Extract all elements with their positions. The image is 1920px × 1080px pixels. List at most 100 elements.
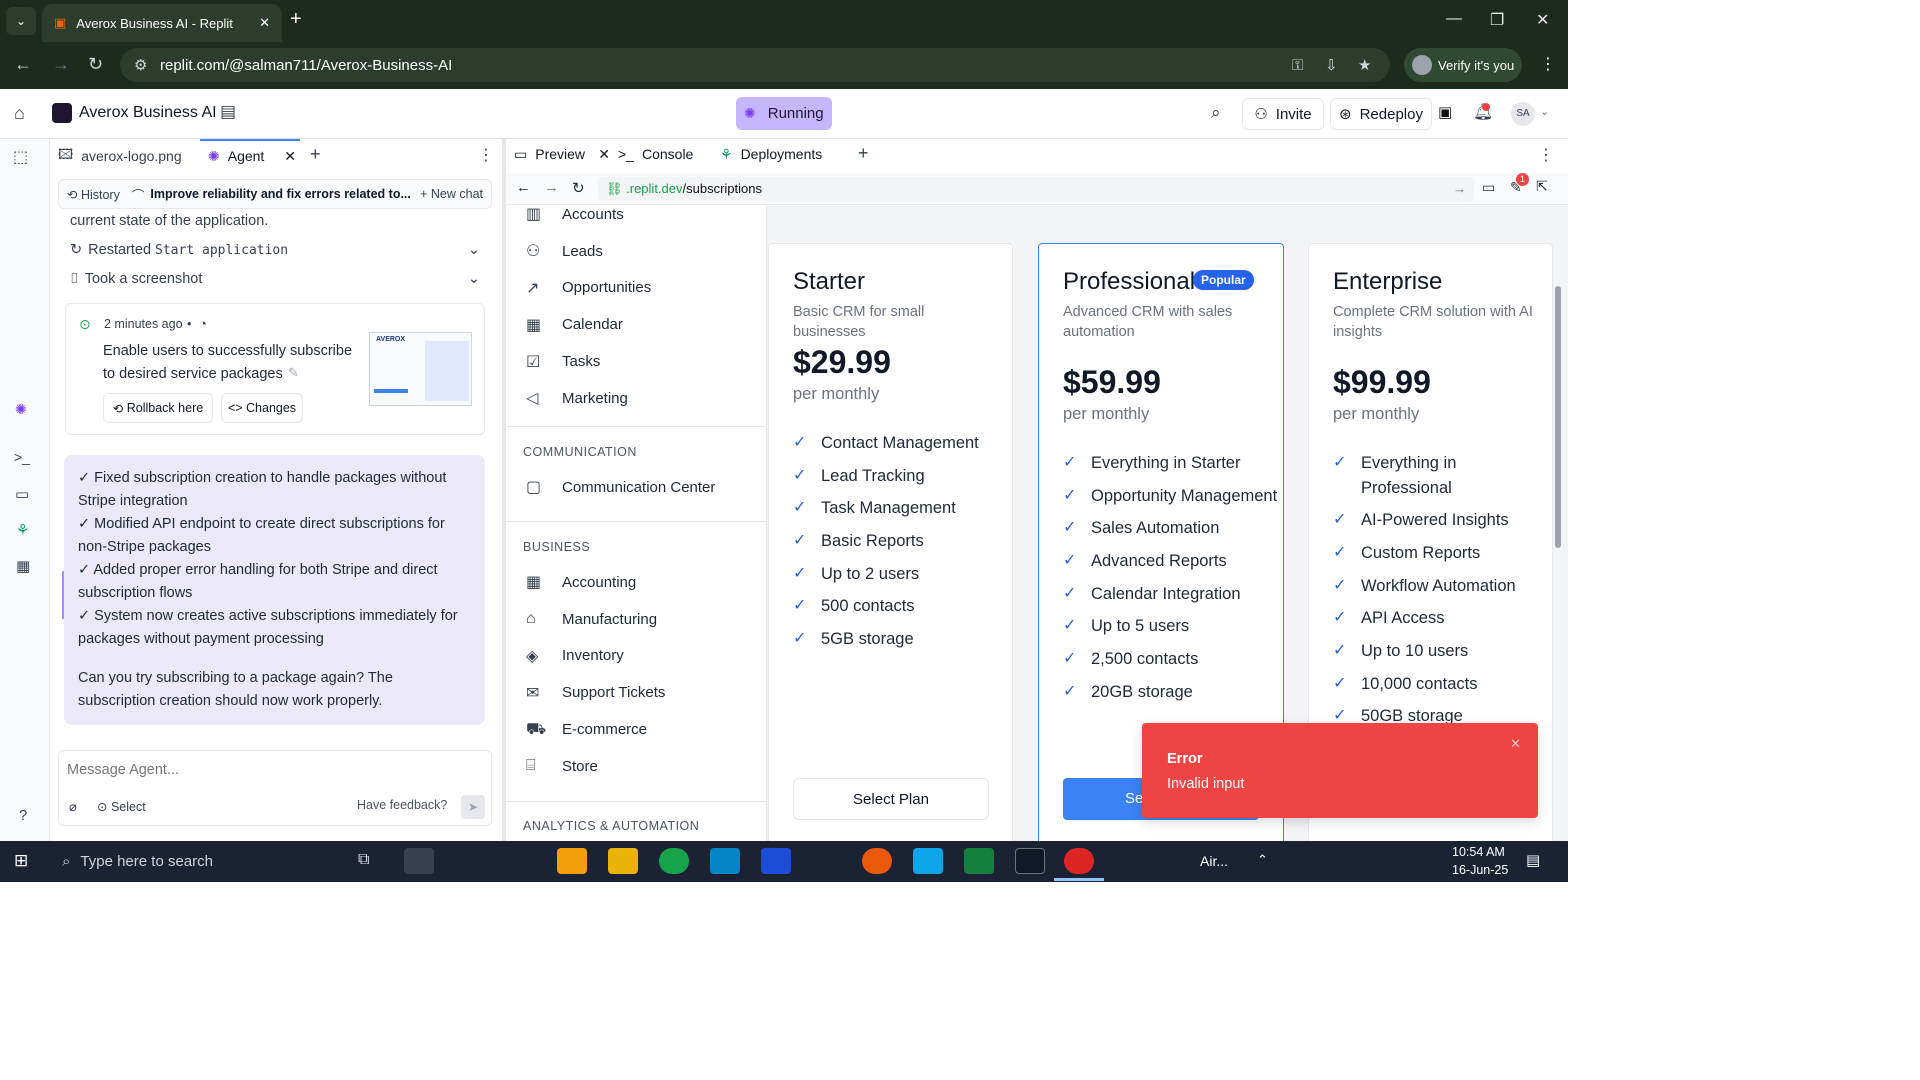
back-icon[interactable]: ← [516, 179, 531, 196]
agent-tab[interactable]: ✺ Agent ✕ [200, 139, 300, 171]
nav-communication-center[interactable]: ▢ Communication Center [526, 469, 715, 506]
clock-date[interactable]: 16-Jun-25 [1452, 863, 1508, 877]
preview-url[interactable]: ⛓ .replit.dev/subscriptions → [598, 177, 1474, 201]
nav-accounts[interactable]: ▥ Accounts [526, 206, 766, 233]
file-tab[interactable]: 🖾 averox-logo.png [58, 141, 198, 171]
back-icon[interactable]: ← [14, 54, 32, 75]
excel-icon[interactable] [964, 848, 994, 874]
new-tab-button[interactable]: + [290, 8, 302, 31]
bookmark-star-icon[interactable]: ★ [1358, 56, 1371, 74]
notification-center-icon[interactable]: ▤ [1526, 851, 1540, 869]
changes-button[interactable]: <> Changes [221, 393, 303, 423]
pages-icon[interactable]: ▣ [1438, 103, 1452, 121]
add-tab-icon[interactable]: + [858, 143, 869, 164]
verify-button[interactable]: Verify it's you [1404, 48, 1522, 82]
new-chat-button[interactable]: + New chat [420, 187, 483, 201]
nav-leads[interactable]: ⚇ Leads [526, 233, 766, 270]
camera-tool-icon[interactable] [404, 848, 434, 874]
close-tab-icon[interactable]: ✕ [259, 15, 270, 31]
site-info-icon[interactable]: ⚙ [134, 56, 147, 74]
device-icon[interactable]: ▭ [1482, 179, 1495, 196]
layout-icon[interactable]: ▤ [220, 102, 236, 122]
firefox-icon[interactable] [862, 848, 892, 874]
all-tools-icon[interactable]: ▦ [16, 557, 30, 575]
password-key-icon[interactable]: ⚿ [1292, 57, 1303, 74]
minimize-icon[interactable]: — [1446, 10, 1462, 28]
avatar[interactable]: SA [1511, 102, 1535, 126]
running-indicator[interactable]: ✺ Running [736, 97, 832, 130]
go-icon[interactable]: → [1453, 181, 1466, 196]
windows-start-icon[interactable]: ⊞ [14, 851, 28, 871]
tab-preview[interactable]: ▭ Preview ✕ [514, 139, 610, 169]
nav-ecommerce[interactable]: ⛟ E-commerce [526, 711, 766, 748]
help-icon[interactable]: ? [19, 807, 27, 824]
reload-icon[interactable]: ↻ [88, 54, 103, 75]
nav-opportunities[interactable]: ↗ Opportunities [526, 270, 766, 307]
open-new-tab-icon[interactable]: ⇱ [1536, 178, 1548, 195]
reload-icon[interactable]: ↻ [572, 179, 585, 197]
outlook-icon[interactable] [710, 848, 740, 874]
search-icon[interactable]: ⌕ [1211, 103, 1221, 123]
invite-button[interactable]: ⚇ Invite [1242, 98, 1324, 130]
screenshot-log[interactable]: ⌷ Took a screenshot ⌄ [70, 271, 480, 287]
tab-deployments[interactable]: ⚘ Deployments [720, 139, 822, 169]
message-input[interactable] [67, 757, 477, 783]
taskbar-search[interactable]: ⌕ Type here to search [50, 841, 340, 882]
rollback-button[interactable]: ⟲ Rollback here [103, 393, 213, 423]
select-element-icon[interactable]: ⬚ [13, 147, 28, 167]
close-tab-icon[interactable]: ✕ [598, 146, 610, 163]
tray-weather-label[interactable]: Air... [1200, 853, 1228, 869]
microsoft-store-icon[interactable] [557, 848, 587, 874]
preview-icon[interactable]: ▭ [15, 485, 29, 503]
agent-icon[interactable]: ✺ [15, 401, 27, 418]
screenshot-thumbnail[interactable]: AVEROX [369, 332, 472, 406]
task-view-icon[interactable]: ⧉ [358, 851, 369, 869]
clock-time[interactable]: 10:54 AM [1452, 845, 1505, 859]
home-icon[interactable]: ⌂ [14, 103, 25, 124]
close-window-icon[interactable]: ✕ [1536, 10, 1549, 30]
select-plan-button[interactable]: Select Plan [793, 778, 989, 820]
project-name[interactable]: Averox Business AI [79, 104, 217, 122]
tab-list-button[interactable]: ⌄ [6, 7, 36, 35]
forward-icon[interactable]: → [544, 179, 559, 196]
browser-menu-icon[interactable]: ⋮ [1540, 54, 1556, 74]
nav-inventory[interactable]: ◈ Inventory [526, 638, 766, 675]
close-tab-icon[interactable]: ✕ [284, 148, 296, 165]
tab-console[interactable]: >_ Console [618, 139, 693, 169]
file-explorer-icon[interactable] [608, 848, 638, 874]
forward-icon[interactable]: → [52, 54, 70, 75]
deployments-icon[interactable]: ⚘ [16, 521, 29, 539]
close-icon[interactable]: ✕ [1510, 736, 1521, 752]
select-button[interactable]: ⊙ Select [97, 799, 146, 814]
chrome-active-icon[interactable] [1064, 848, 1094, 874]
scrollbar-thumb[interactable] [1555, 286, 1561, 548]
nav-accounting[interactable]: ▦ Accounting [526, 564, 766, 601]
url-bar[interactable]: ⚙ replit.com/@salman711/Averox-Business-… [120, 48, 1390, 82]
word-icon[interactable] [761, 848, 791, 874]
feedback-link[interactable]: Have feedback? [357, 798, 447, 812]
console-icon[interactable]: >_ [14, 449, 30, 465]
nav-tasks[interactable]: ☑ Tasks [526, 343, 766, 380]
pane-menu-icon[interactable]: ⋮ [1538, 145, 1554, 165]
edit-icon[interactable]: ✎ [288, 365, 299, 381]
nav-manufacturing[interactable]: ⌂ Manufacturing [526, 601, 766, 638]
install-app-icon[interactable]: ⇩ [1325, 56, 1338, 74]
vscode-icon[interactable] [913, 848, 943, 874]
nav-calendar[interactable]: ▦ Calendar [526, 306, 766, 343]
attach-icon[interactable]: ⌀ [69, 799, 77, 815]
redeploy-button[interactable]: ⊛ Redeploy [1330, 98, 1432, 130]
nav-support-tickets[interactable]: ✉ Support Tickets [526, 674, 766, 711]
maximize-icon[interactable]: ❐ [1490, 10, 1504, 30]
thread-title[interactable]: Improve reliability and fix errors relat… [150, 187, 411, 201]
send-button[interactable]: ➤ [461, 795, 485, 819]
chevron-down-icon[interactable]: ⌄ [1540, 105, 1549, 118]
browser-tab[interactable]: ▣ Averox Business AI - Replit ✕ [42, 4, 282, 42]
nav-store[interactable]: ⌸ Store [526, 748, 766, 785]
pane-menu-icon[interactable]: ⋮ [478, 145, 494, 165]
add-tab-icon[interactable]: + [310, 144, 321, 165]
nav-marketing[interactable]: ◁ Marketing [526, 380, 766, 417]
tray-chevron-icon[interactable]: ⌃ [1257, 852, 1268, 868]
capcut-icon[interactable] [1015, 848, 1045, 874]
chrome-icon[interactable] [659, 848, 689, 874]
restart-log[interactable]: ↻ Restarted Start application ⌄ [70, 242, 480, 258]
